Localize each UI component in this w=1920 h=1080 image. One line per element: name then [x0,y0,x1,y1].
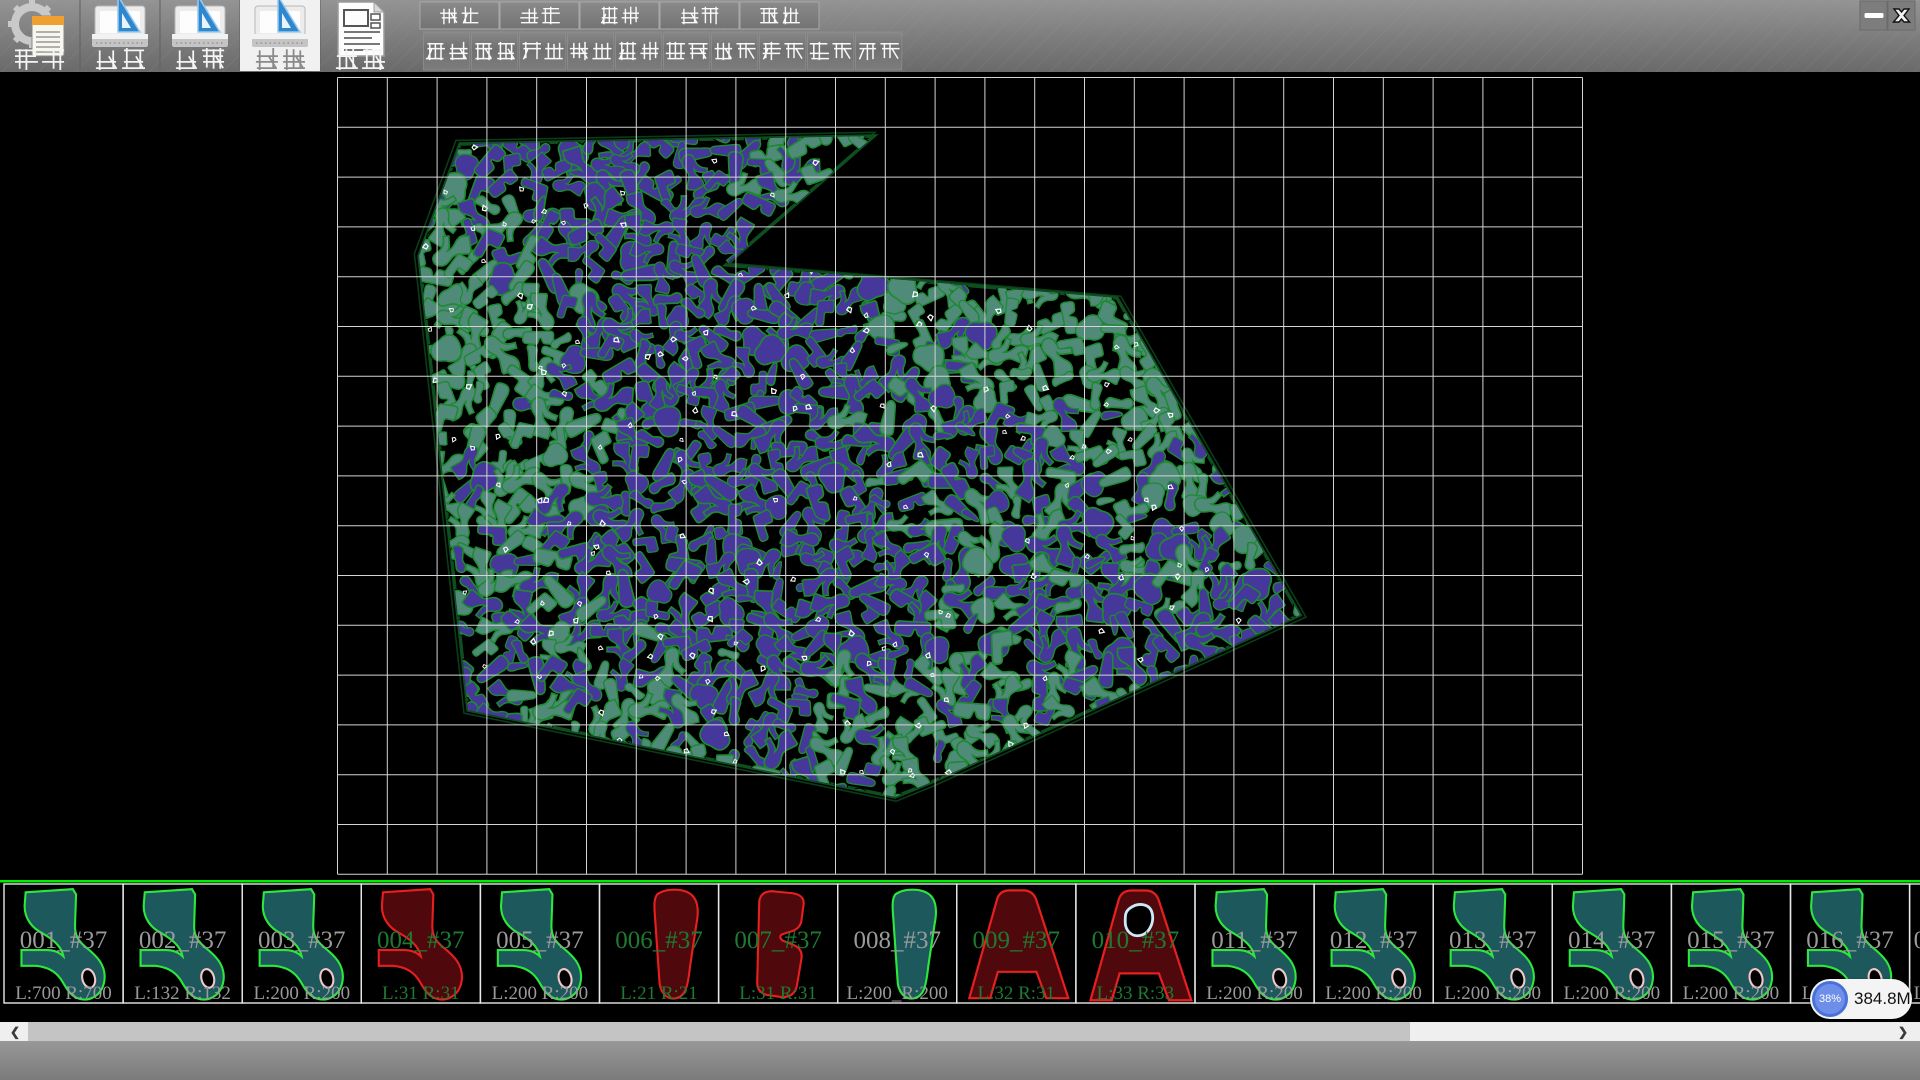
svg-text:L:200 R:200: L:200 R:200 [1683,983,1780,1004]
svg-text:L:200 R:200: L:200 R:200 [1444,983,1541,1004]
svg-text:006_#37: 006_#37 [615,927,703,954]
svg-text:004_#37: 004_#37 [377,927,465,954]
svg-text:L:200 R:200: L:200 R:200 [1206,983,1303,1004]
svg-text:L:200 R:200: L:200 R:200 [254,983,351,1004]
svg-text:L:: L: [1914,983,1920,1004]
svg-text:011_#37: 011_#37 [1211,927,1298,954]
svg-text:007_#37: 007_#37 [734,927,822,954]
svg-text:016_#37: 016_#37 [1806,927,1894,954]
svg-text:010_#37: 010_#37 [1092,927,1180,954]
svg-text:0: 0 [1914,927,1920,954]
svg-text:L:132 R:132: L:132 R:132 [134,983,231,1004]
svg-text:012_#37: 012_#37 [1330,927,1418,954]
svg-text:015_#37: 015_#37 [1687,927,1775,954]
svg-text:L:700 R:700: L:700 R:700 [15,983,112,1004]
svg-text:L:32 R:31: L:32 R:31 [978,983,1056,1004]
svg-text:003_#37: 003_#37 [258,927,346,954]
svg-text:L:21 R:21: L:21 R:21 [620,983,698,1004]
svg-text:L:200 R:200: L:200 R:200 [1325,983,1422,1004]
svg-text:009_#37: 009_#37 [973,927,1061,954]
svg-text:013_#37: 013_#37 [1449,927,1537,954]
svg-text:001_#37: 001_#37 [20,927,108,954]
svg-text:L:200 R:200: L:200 R:200 [492,983,589,1004]
svg-text:005_#37: 005_#37 [496,927,584,954]
svg-text:L:31 R:31: L:31 R:31 [739,983,817,1004]
svg-text:014_#37: 014_#37 [1568,927,1656,954]
svg-text:002_#37: 002_#37 [139,927,227,954]
svg-text:L:200_R:200: L:200_R:200 [847,983,948,1004]
svg-text:L:31 R:31: L:31 R:31 [382,983,460,1004]
svg-text:L:33 R:33: L:33 R:33 [1097,983,1175,1004]
svg-text:L:200 R:200: L:200 R:200 [1564,983,1661,1004]
svg-text:008_#37: 008_#37 [853,927,941,954]
